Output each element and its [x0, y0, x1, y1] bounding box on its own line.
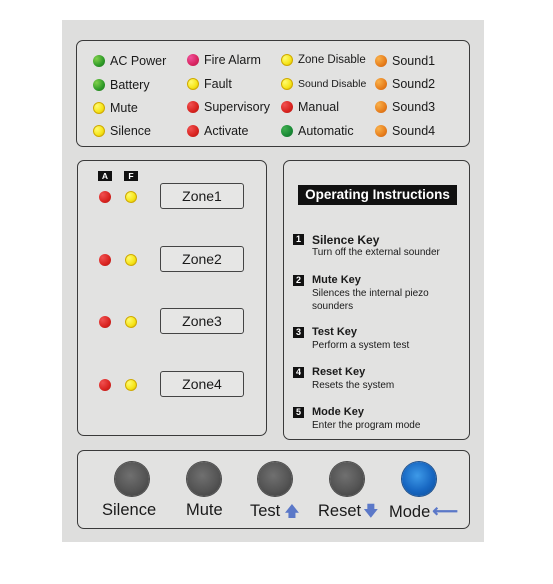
zone1-alarm-led-icon [99, 191, 111, 203]
instruction-desc: Perform a system test [312, 340, 410, 351]
zone3-button[interactable]: Zone3 [160, 308, 244, 334]
sound1-led-icon [375, 55, 387, 67]
number-badge: 4 [293, 367, 304, 378]
mute-led-icon [93, 102, 105, 114]
fault-column-tag: F [124, 171, 138, 181]
zone3-fault-led-icon [125, 316, 137, 328]
zone4-alarm-led-icon [99, 379, 111, 391]
zone2-alarm-led-icon [99, 254, 111, 266]
sound-disable-led-icon [281, 78, 293, 90]
status-indicator-panel: AC Power Battery Mute Silence Fire Alarm… [76, 40, 470, 147]
instruction-desc: Resets the system [312, 380, 395, 391]
mode-key-label: Mode ⟵ [389, 501, 458, 522]
test-key[interactable] [258, 462, 292, 496]
zone-row-4: Zone4 [78, 371, 266, 399]
mute-key-label: Mute [186, 501, 223, 519]
operating-instructions-panel: Operating Instructions 1 Silence Key Tur… [283, 160, 470, 440]
battery-led-icon [93, 79, 105, 91]
indicator-label: Zone Disable [298, 54, 366, 66]
indicator-label: Fire Alarm [204, 53, 261, 67]
indicator-label: Activate [204, 124, 249, 138]
manual-led-icon [281, 101, 293, 113]
indicator-label: Supervisory [204, 100, 270, 114]
alarm-column-tag: A [98, 171, 112, 181]
number-badge: 5 [293, 407, 304, 418]
indicator-label: Battery [110, 78, 150, 92]
control-keys-panel: Silence Mute Test 🡅 Reset 🡇 Mode ⟵ [77, 450, 470, 529]
zone2-fault-led-icon [125, 254, 137, 266]
supervisory-led-icon [187, 101, 199, 113]
zone1-fault-led-icon [125, 191, 137, 203]
instruction-key: Mode Key [312, 406, 364, 418]
zone-disable-led-icon [281, 54, 293, 66]
instruction-desc: Turn off the external sounder [312, 247, 440, 258]
number-badge: 2 [293, 275, 304, 286]
indicator-label: Automatic [298, 124, 354, 138]
instruction-desc: Enter the program mode [312, 420, 421, 431]
sound4-led-icon [375, 125, 387, 137]
enter-arrow-icon: ⟵ [432, 501, 459, 521]
silence-key[interactable] [115, 462, 149, 496]
instruction-key: Test Key [312, 326, 358, 338]
test-label-text: Test [250, 502, 281, 520]
zone-row-1: Zone1 [78, 183, 266, 211]
mode-label-text: Mode [389, 503, 431, 521]
mute-key[interactable] [187, 462, 221, 496]
silence-key-label: Silence [102, 501, 157, 519]
indicator-label: Mute [110, 101, 138, 115]
number-badge: 1 [293, 234, 304, 245]
ac-power-led-icon [93, 55, 105, 67]
indicator-label: Sound4 [392, 124, 436, 138]
zone3-alarm-led-icon [99, 316, 111, 328]
indicator-label: AC Power [110, 54, 167, 68]
zone1-button[interactable]: Zone1 [160, 183, 244, 209]
instruction-key: Silence Key [312, 233, 380, 247]
automatic-led-icon [281, 125, 293, 137]
indicator-label: Sound3 [392, 100, 436, 114]
down-arrow-icon: 🡇 [363, 503, 379, 520]
mode-key[interactable] [402, 462, 436, 496]
reset-key[interactable] [330, 462, 364, 496]
up-arrow-icon: 🡅 [284, 503, 300, 520]
zone-row-2: Zone2 [78, 246, 266, 274]
indicator-label: Sound1 [392, 54, 436, 68]
instruction-desc: Silences the internal piezo sounders [312, 288, 429, 312]
indicator-label: Sound2 [392, 77, 436, 91]
zone4-button[interactable]: Zone4 [160, 371, 244, 397]
indicator-label: Silence [110, 124, 151, 138]
instruction-key: Reset Key [312, 366, 366, 378]
zone2-button[interactable]: Zone2 [160, 246, 244, 272]
indicator-label: Sound Disable [298, 78, 367, 90]
sound2-led-icon [375, 78, 387, 90]
zone-panel: A F Zone1 Zone2 Zone3 Zone4 [77, 160, 267, 436]
number-badge: 3 [293, 327, 304, 338]
sound3-led-icon [375, 101, 387, 113]
reset-label-text: Reset [318, 502, 362, 520]
fire-alarm-control-panel: AC Power Battery Mute Silence Fire Alarm… [62, 20, 484, 542]
test-key-label: Test 🡅 [250, 501, 300, 526]
zone-row-3: Zone3 [78, 308, 266, 336]
indicator-label: Fault [204, 77, 232, 91]
fire-alarm-led-icon [187, 54, 199, 66]
silence-led-icon [93, 125, 105, 137]
fault-led-icon [187, 78, 199, 90]
reset-key-label: Reset 🡇 [318, 501, 379, 526]
instructions-title: Operating Instructions [298, 185, 457, 205]
instruction-key: Mute Key [312, 274, 361, 286]
zone4-fault-led-icon [125, 379, 137, 391]
activate-led-icon [187, 125, 199, 137]
indicator-label: Manual [298, 100, 339, 114]
